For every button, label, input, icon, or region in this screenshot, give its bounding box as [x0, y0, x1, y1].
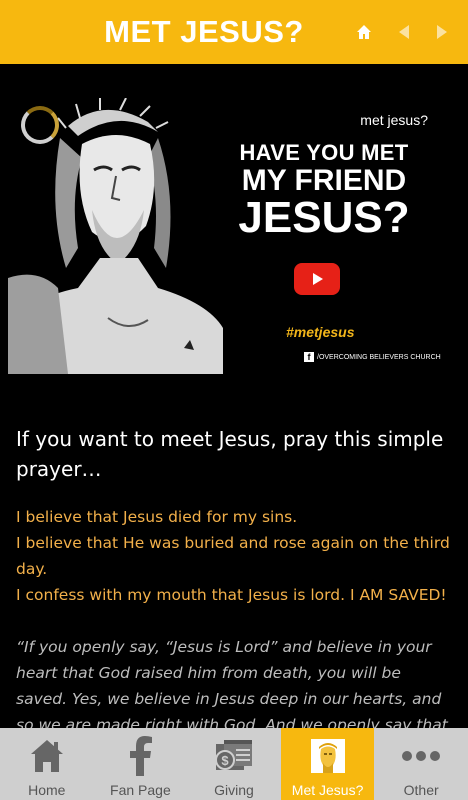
svg-text:$: $	[221, 753, 229, 768]
headline-line-2: MY FRIEND	[241, 164, 407, 197]
facebook-credit-text: /OVERCOMING BELIEVERS CHURCH	[317, 353, 441, 361]
more-icon	[402, 751, 441, 761]
tab-fan-page[interactable]: Fan Page	[94, 728, 188, 800]
arrow-right-icon	[437, 25, 447, 39]
back-button[interactable]	[390, 18, 418, 46]
video-headline: HAVE YOU MET MY FRIEND JESUS?	[204, 142, 444, 240]
scripture-quote: “If you openly say, “Jesus is Lord” and …	[16, 638, 448, 728]
headline-line-3: JESUS?	[238, 193, 410, 242]
tab-home[interactable]: Home	[0, 728, 94, 800]
loading-spinner-icon	[21, 106, 59, 144]
hashtag: #metjesus	[286, 324, 355, 340]
facebook-icon: f	[304, 352, 314, 362]
arrow-left-icon	[399, 25, 409, 39]
facebook-credit: f /OVERCOMING BELIEVERS CHURCH	[304, 352, 441, 362]
tab-giving[interactable]: $ Giving	[187, 728, 281, 800]
tab-label: Home	[28, 782, 66, 798]
video-tag: met jesus?	[360, 112, 428, 128]
home-icon	[30, 740, 63, 772]
tab-other[interactable]: Other	[374, 728, 468, 800]
tab-label: Met Jesus?	[291, 782, 364, 798]
prayer-line: I confess with my mouth that Jesus is lo…	[16, 586, 447, 604]
content-area[interactable]: met jesus? HAVE YOU MET MY FRIEND JESUS?…	[0, 64, 468, 728]
tab-label: Giving	[214, 782, 254, 798]
home-button[interactable]	[350, 18, 378, 46]
tab-label: Fan Page	[110, 782, 171, 798]
facebook-icon	[130, 736, 153, 776]
prayer-block: I believe that Jesus died for my sins. I…	[16, 504, 456, 608]
forward-button[interactable]	[428, 18, 456, 46]
prayer-line: I believe that He was buried and rose ag…	[16, 534, 450, 578]
prayer-line: I believe that Jesus died for my sins.	[16, 508, 298, 526]
intro-text: If you want to meet Jesus, pray this sim…	[16, 427, 444, 481]
giving-icon: $	[214, 740, 252, 770]
tab-met-jesus[interactable]: Met Jesus?	[280, 728, 375, 800]
jesus-icon	[310, 739, 345, 773]
bottom-tab-bar: Home Fan Page $ Giving Met Jesus? Other	[0, 728, 468, 800]
youtube-play-icon	[313, 273, 323, 285]
youtube-play-button[interactable]	[294, 263, 340, 295]
video-player[interactable]: met jesus? HAVE YOU MET MY FRIEND JESUS?…	[8, 98, 452, 374]
tab-label: Other	[403, 782, 439, 798]
app-header: MET JESUS?	[0, 0, 468, 64]
home-icon	[357, 25, 371, 39]
headline-line-1: HAVE YOU MET	[239, 140, 409, 165]
